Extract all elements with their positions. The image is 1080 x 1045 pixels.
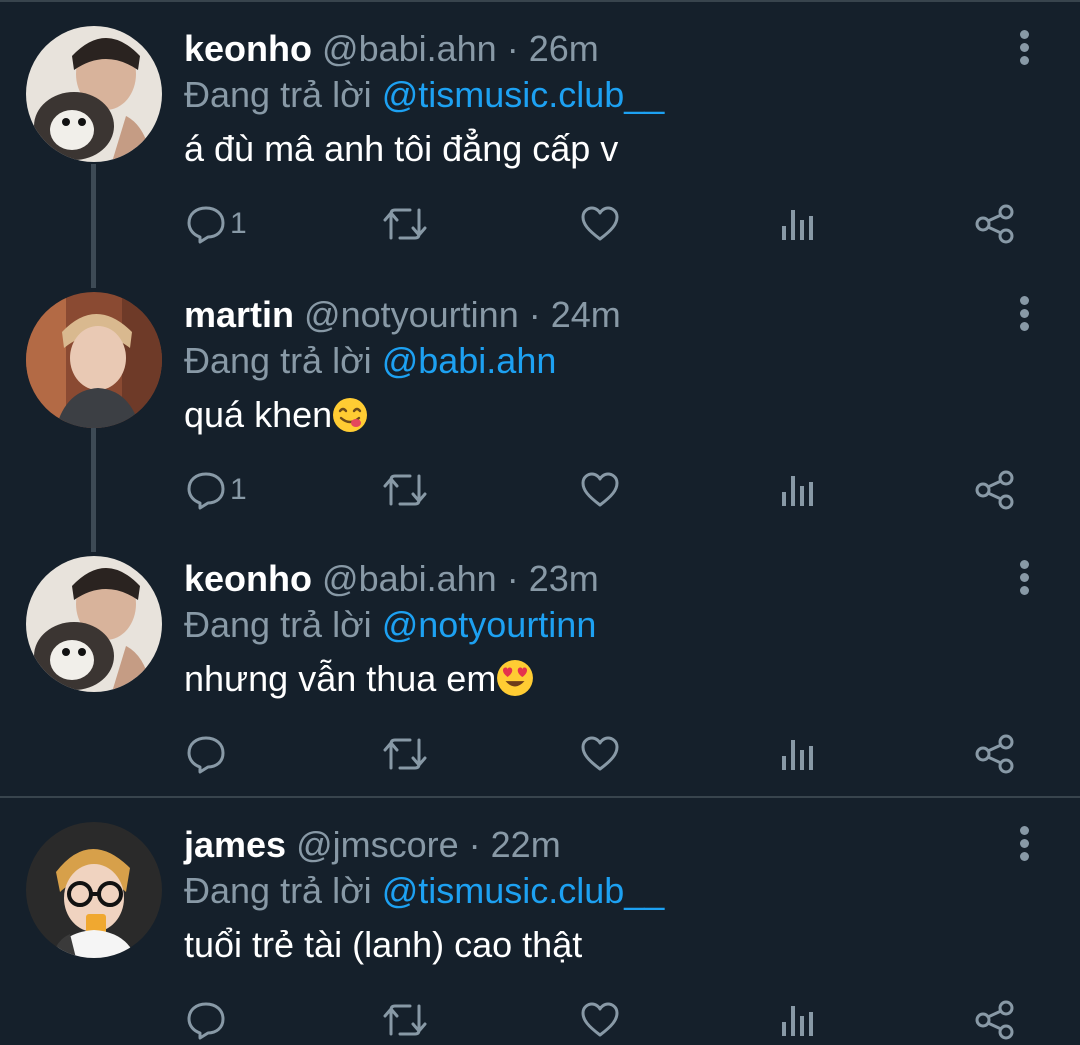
user-handle[interactable]: @babi.ahn — [322, 558, 497, 599]
tweet-text-row: quá khen — [184, 392, 1020, 438]
replying-to: Đang trả lời @tismusic.club__ — [184, 72, 1020, 118]
more-icon[interactable] — [1012, 826, 1036, 866]
timestamp[interactable]: 24m — [551, 294, 621, 335]
replying-to: Đang trả lời @tismusic.club__ — [184, 868, 1020, 914]
share-button[interactable] — [974, 200, 1016, 248]
reply-count: 1 — [230, 473, 247, 506]
share-button[interactable] — [974, 996, 1016, 1044]
like-icon — [581, 1002, 619, 1037]
retweet-icon — [383, 474, 427, 506]
analytics-button[interactable] — [780, 996, 816, 1044]
reply-button[interactable]: 1 — [186, 200, 247, 248]
timestamp[interactable]: 22m — [491, 824, 561, 865]
display-name[interactable]: keonho — [184, 28, 312, 69]
reply-icon — [187, 1002, 225, 1040]
more-icon[interactable] — [1012, 296, 1036, 336]
reply-icon — [187, 736, 225, 774]
retweet-button[interactable] — [382, 200, 428, 248]
replying-to: Đang trả lời @babi.ahn — [184, 338, 1020, 384]
display-name[interactable]: martin — [184, 294, 294, 335]
analytics-icon — [782, 1006, 813, 1036]
share-button[interactable] — [974, 730, 1016, 778]
like-icon — [581, 472, 619, 507]
like-icon — [581, 736, 619, 771]
like-icon — [581, 206, 619, 241]
retweet-icon — [383, 738, 427, 770]
tweet-text: quá khen — [184, 394, 333, 435]
reply-button[interactable] — [186, 730, 230, 778]
replying-to-label: Đang trả lời — [184, 340, 382, 381]
like-button[interactable] — [580, 996, 620, 1044]
yum-emoji — [332, 397, 368, 433]
more-icon[interactable] — [1012, 30, 1036, 70]
tweet-text: tuổi trẻ tài (lanh) cao thật — [184, 924, 583, 965]
display-name[interactable]: keonho — [184, 558, 312, 599]
reply-button[interactable]: 1 — [186, 466, 247, 514]
avatar[interactable] — [26, 556, 162, 692]
share-button[interactable] — [974, 466, 1016, 514]
replying-to-label: Đang trả lời — [184, 604, 382, 645]
reply-button[interactable] — [186, 996, 230, 1044]
mention-link[interactable]: @babi.ahn — [382, 340, 557, 381]
display-name[interactable]: james — [184, 824, 286, 865]
replying-to-label: Đang trả lời — [184, 870, 382, 911]
tweet-header: martin @notyourtinn · 24m — [184, 292, 1020, 338]
analytics-icon — [782, 476, 813, 506]
tweet-header: james @jmscore · 22m — [184, 822, 1020, 868]
analytics-button[interactable] — [780, 730, 816, 778]
mention-link[interactable]: @tismusic.club__ — [382, 870, 665, 911]
like-button[interactable] — [580, 200, 620, 248]
separator: · — [496, 558, 529, 599]
tweet-divider — [0, 796, 1080, 798]
thread-line — [91, 428, 96, 552]
share-icon — [975, 470, 1014, 510]
tweet-text: nhưng vẫn thua em — [184, 658, 497, 699]
thread-line — [91, 164, 96, 288]
reply-count: 1 — [230, 207, 247, 240]
reply-icon — [187, 472, 225, 510]
tweet-header: keonho @babi.ahn · 23m — [184, 556, 1020, 602]
reply-icon — [187, 206, 225, 244]
retweet-icon — [383, 208, 427, 240]
like-button[interactable] — [580, 466, 620, 514]
mention-link[interactable]: @tismusic.club__ — [382, 74, 665, 115]
avatar[interactable] — [26, 822, 162, 958]
replying-to: Đang trả lời @notyourtinn — [184, 602, 1020, 648]
share-icon — [975, 1000, 1014, 1040]
heart-eyes-emoji — [496, 659, 534, 697]
tweet-text: á đù mâ anh tôi đẳng cấp v — [184, 128, 619, 169]
tweet-text-row: nhưng vẫn thua em — [184, 656, 1020, 702]
like-button[interactable] — [580, 730, 620, 778]
retweet-button[interactable] — [382, 730, 428, 778]
retweet-button[interactable] — [382, 466, 428, 514]
analytics-icon — [782, 210, 813, 240]
timestamp[interactable]: 23m — [529, 558, 599, 599]
share-icon — [975, 734, 1014, 774]
replying-to-label: Đang trả lời — [184, 74, 382, 115]
analytics-button[interactable] — [780, 466, 816, 514]
user-handle[interactable]: @babi.ahn — [322, 28, 497, 69]
user-handle[interactable]: @notyourtinn — [304, 294, 519, 335]
share-icon — [975, 204, 1014, 244]
user-handle[interactable]: @jmscore — [296, 824, 459, 865]
retweet-icon — [383, 1004, 427, 1036]
top-divider — [0, 0, 1080, 2]
avatar[interactable] — [26, 26, 162, 162]
retweet-button[interactable] — [382, 996, 428, 1044]
avatar[interactable] — [26, 292, 162, 428]
more-icon[interactable] — [1012, 560, 1036, 600]
tweet-header: keonho @babi.ahn · 26m — [184, 26, 1020, 72]
mention-link[interactable]: @notyourtinn — [382, 604, 597, 645]
separator: · — [518, 294, 551, 335]
separator: · — [458, 824, 491, 865]
analytics-icon — [782, 740, 813, 770]
analytics-button[interactable] — [780, 200, 816, 248]
timestamp[interactable]: 26m — [529, 28, 599, 69]
separator: · — [496, 28, 529, 69]
